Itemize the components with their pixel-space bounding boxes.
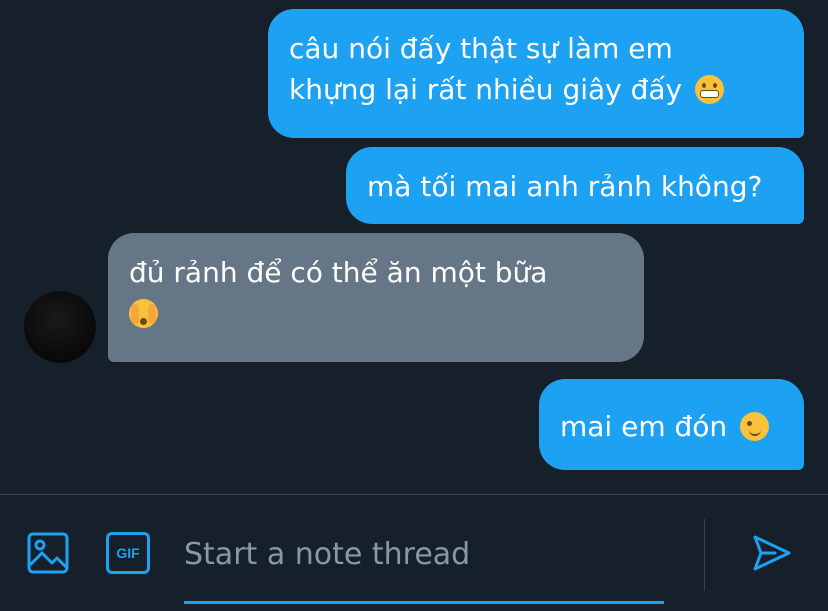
peeking-eye-emoji-icon xyxy=(129,299,158,328)
composer-separator xyxy=(704,519,705,591)
winking-face-emoji-icon xyxy=(740,412,770,441)
avatar[interactable] xyxy=(24,291,96,363)
gif-button[interactable]: GIF xyxy=(106,532,150,574)
message-text-line: câu nói đấy thật sự làm em xyxy=(289,32,673,65)
dm-conversation-screen: câu nói đấy thật sự làm em khựng lại rất… xyxy=(0,0,828,611)
sent-message-bubble[interactable]: câu nói đấy thật sự làm em khựng lại rất… xyxy=(268,9,804,138)
received-message-bubble[interactable]: đủ rảnh để có thể ăn một bữa xyxy=(108,233,644,362)
image-icon[interactable] xyxy=(27,532,69,574)
gif-icon: GIF xyxy=(106,532,150,574)
sent-message-bubble[interactable]: mai em đón xyxy=(539,379,804,470)
composer-divider xyxy=(0,494,828,495)
input-focus-underline xyxy=(184,601,664,604)
message-text: mà tối mai anh rảnh không? xyxy=(367,170,763,203)
grimacing-face-emoji-icon xyxy=(695,75,725,104)
sent-message-bubble[interactable]: mà tối mai anh rảnh không? xyxy=(346,147,804,224)
send-icon[interactable] xyxy=(751,532,793,574)
message-text-line: khựng lại rất nhiều giây đấy xyxy=(289,73,683,106)
message-text-line: đủ rảnh để có thể ăn một bữa xyxy=(129,256,548,289)
note-thread-input[interactable] xyxy=(184,530,664,578)
message-text: mai em đón xyxy=(560,410,728,443)
